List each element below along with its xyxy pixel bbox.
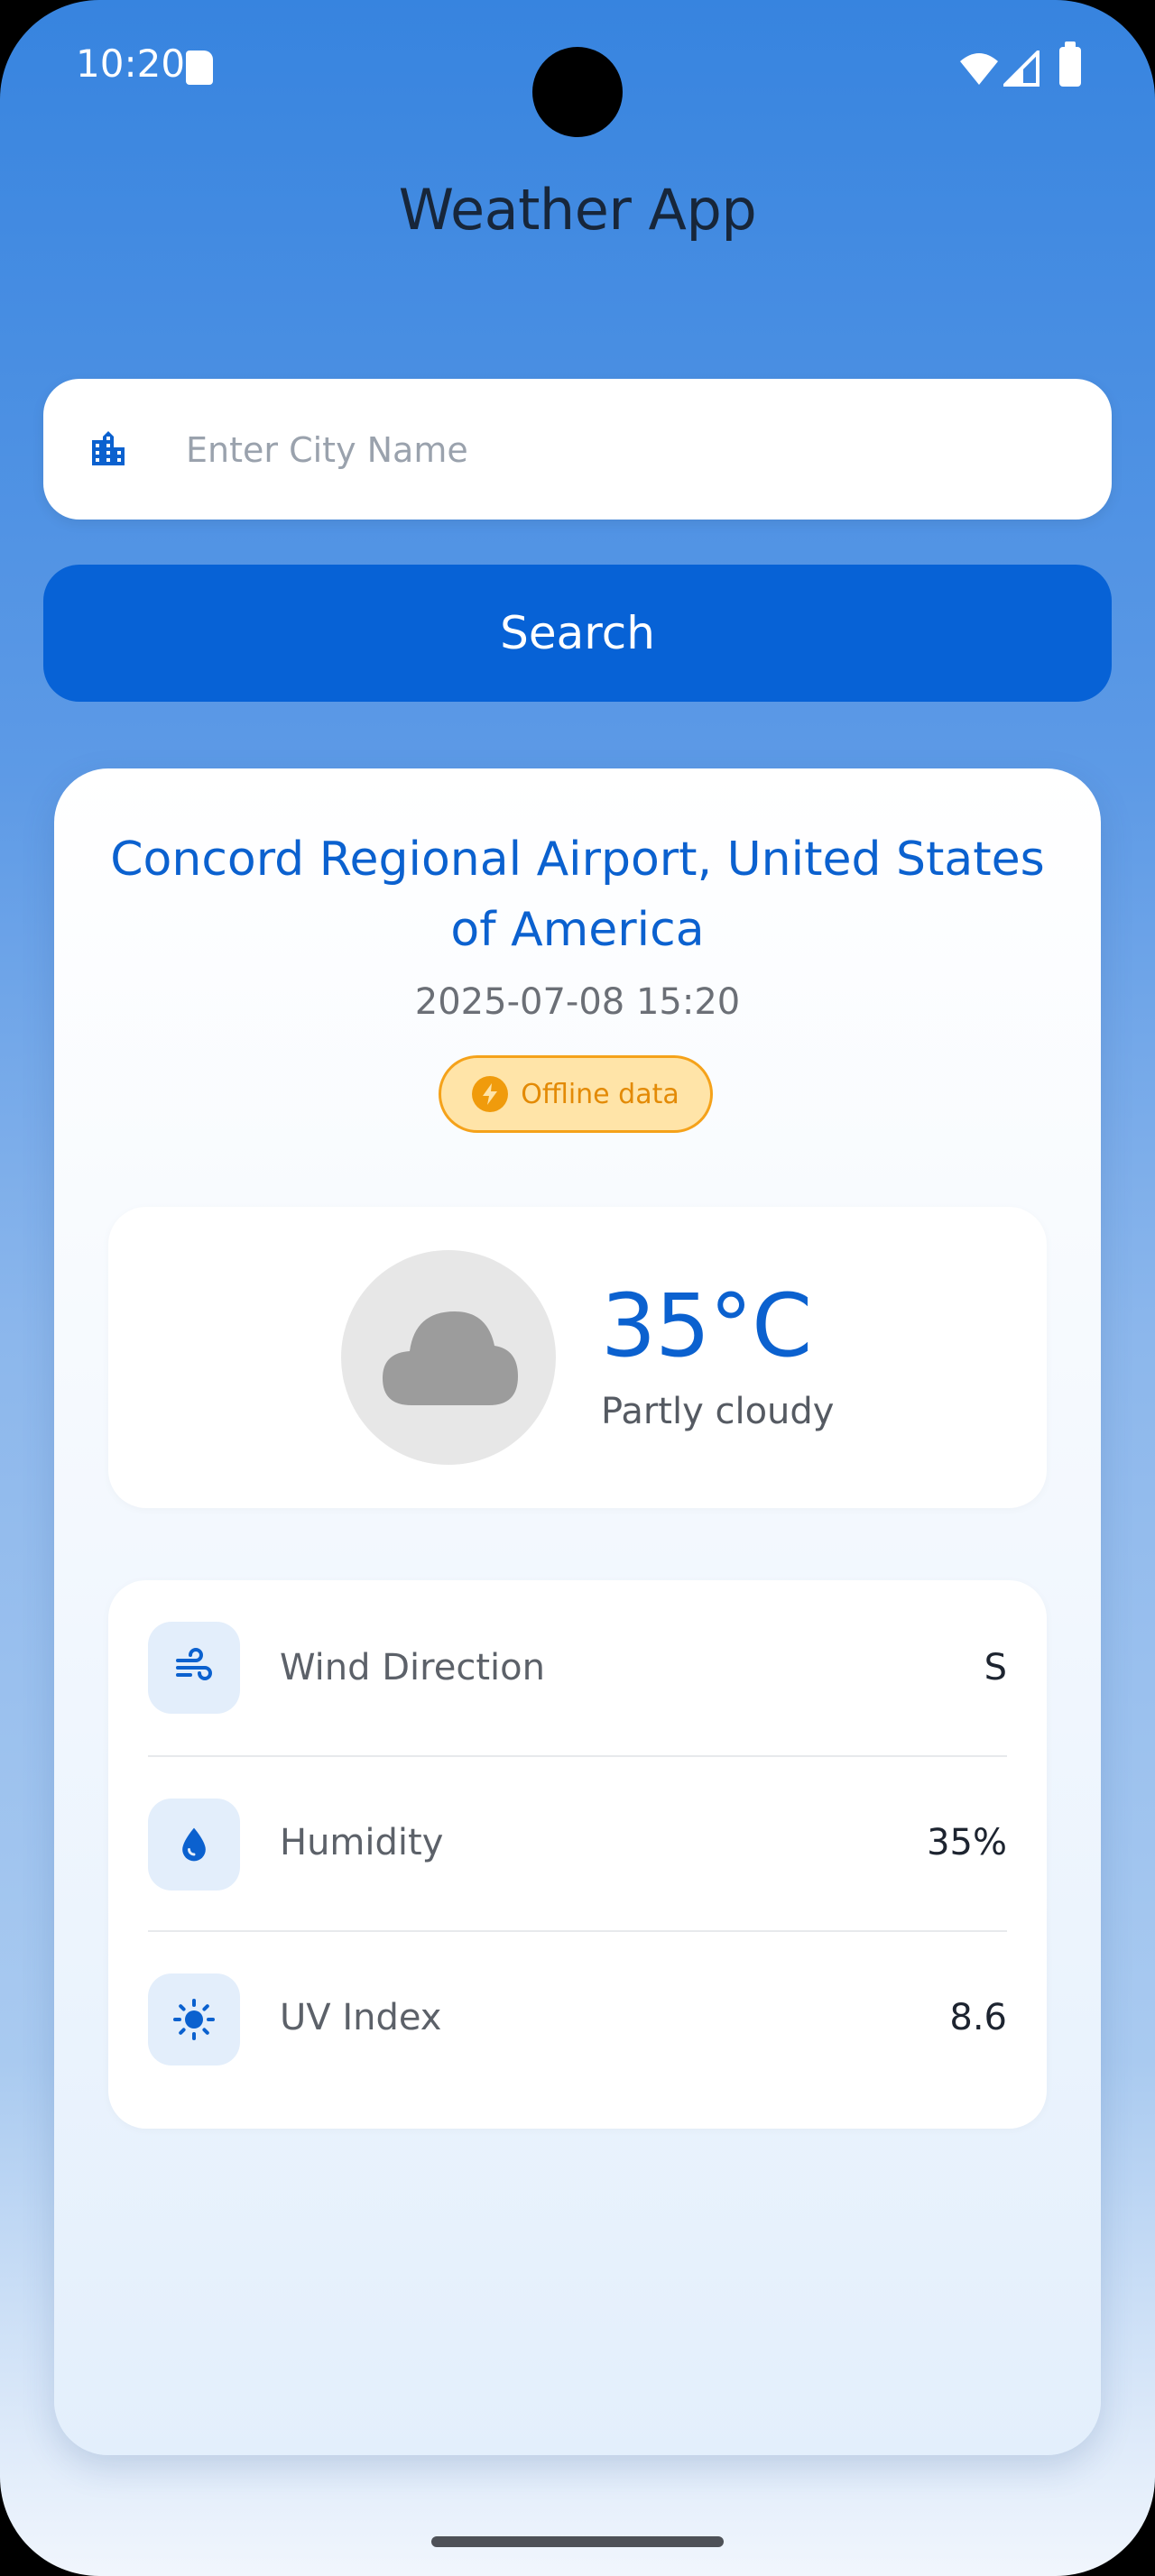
wind-icon	[148, 1622, 240, 1714]
temperature-value: 35°C	[601, 1275, 812, 1376]
detail-row-uv-index: UV Index 8.6	[148, 1930, 1007, 2107]
weather-card: Concord Regional Airport, United States …	[54, 768, 1101, 2455]
city-search-field[interactable]	[43, 379, 1112, 521]
status-time: 10:20	[76, 41, 186, 86]
location-name: Concord Regional Airport, United States …	[110, 833, 1045, 957]
search-button[interactable]: Search	[43, 565, 1112, 702]
city-search-input[interactable]	[184, 379, 1072, 521]
detail-row-humidity: Humidity 35%	[148, 1755, 1007, 1932]
sd-card-icon	[186, 51, 213, 85]
detail-label: Humidity	[280, 1822, 444, 1863]
water-drop-icon	[148, 1799, 240, 1891]
detail-label: UV Index	[280, 1997, 442, 2038]
page-title: Weather App	[398, 177, 757, 243]
city-icon	[92, 431, 125, 465]
detail-value: S	[984, 1647, 1007, 1688]
detail-value: 35%	[927, 1822, 1007, 1863]
weather-datetime: 2025-07-08 15:20	[414, 981, 741, 1023]
offline-data-badge: Offline data	[439, 1055, 713, 1133]
weather-details-card: Wind Direction S Humidity 35% UV Index 8…	[108, 1580, 1047, 2129]
signal-icon	[1003, 51, 1040, 87]
wifi-icon	[960, 53, 998, 85]
battery-icon	[1059, 41, 1081, 87]
condition-text: Partly cloudy	[601, 1391, 835, 1432]
sun-icon	[148, 1973, 240, 2065]
app-screen: 10:20 Weather App Search Concord Regiona…	[0, 0, 1155, 2576]
detail-label: Wind Direction	[280, 1647, 545, 1688]
detail-value: 8.6	[949, 1997, 1007, 2038]
current-conditions-card: 35°C Partly cloudy	[108, 1207, 1047, 1508]
bolt-icon	[472, 1076, 509, 1112]
condition-icon-container	[341, 1250, 556, 1465]
home-indicator[interactable]	[431, 2536, 724, 2547]
detail-row-wind: Wind Direction S	[148, 1580, 1007, 1755]
cloud-icon	[383, 1311, 518, 1405]
offline-badge-label: Offline data	[521, 1078, 679, 1110]
front-camera	[532, 47, 623, 137]
